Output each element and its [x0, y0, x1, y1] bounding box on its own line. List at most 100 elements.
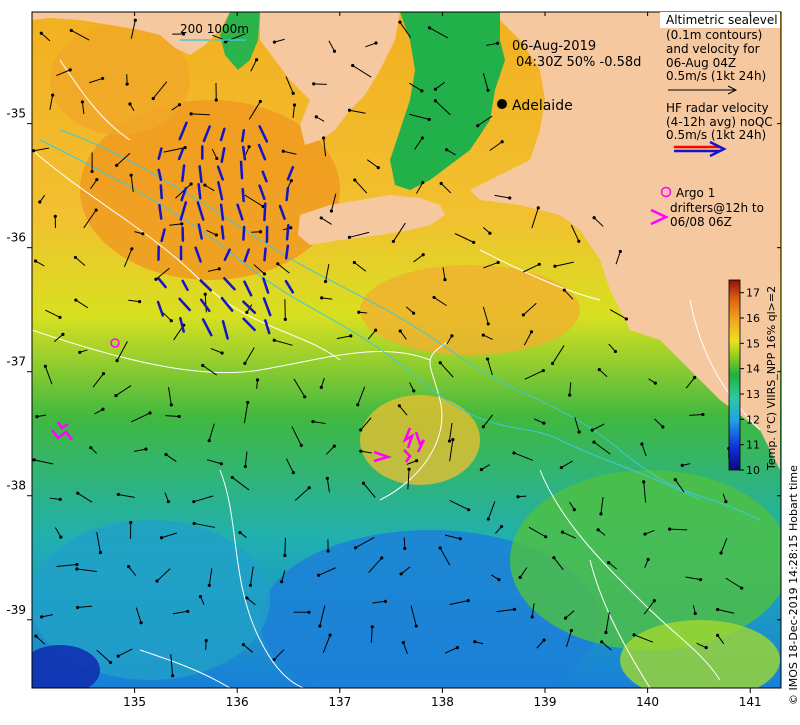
- velocity-arrow-head: [215, 233, 218, 236]
- velocity-arrow-head: [538, 263, 541, 266]
- radar-velocity-arrow: [243, 189, 244, 201]
- velocity-arrow-head: [359, 450, 362, 453]
- velocity-arrow-head: [573, 508, 576, 511]
- velocity-arrow-head: [190, 182, 193, 185]
- velocity-arrow-head: [333, 444, 336, 447]
- radar-velocity-arrow: [200, 166, 202, 181]
- velocity-arrow-head: [138, 300, 141, 303]
- velocity-arrow-head: [238, 531, 241, 534]
- velocity-arrow-head: [220, 351, 223, 354]
- velocity-arrow-head: [415, 459, 418, 462]
- radar-velocity-arrow: [161, 186, 162, 198]
- velocity-arrow-head: [259, 100, 262, 103]
- velocity-arrow-head: [308, 486, 311, 489]
- velocity-arrow-head: [542, 369, 545, 372]
- velocity-arrow-head: [653, 599, 656, 602]
- velocity-arrow-head: [421, 181, 424, 184]
- velocity-arrow-head: [115, 359, 118, 362]
- velocity-arrow-head: [421, 136, 424, 139]
- velocity-arrow-head: [99, 551, 102, 554]
- velocity-arrow-head: [256, 378, 259, 381]
- velocity-arrow-head: [38, 200, 41, 203]
- radar-velocity-arrow: [287, 188, 288, 200]
- velocity-arrow-head: [59, 536, 62, 539]
- velocity-arrow-head: [440, 182, 443, 185]
- y-tick-label: -35: [6, 107, 26, 121]
- legend-drifters-line1: drifters@12h to: [670, 201, 764, 215]
- radar-velocity-arrow: [265, 249, 266, 260]
- radar-velocity-arrow: [241, 162, 242, 178]
- velocity-arrow-head: [148, 411, 151, 414]
- velocity-arrow-head: [439, 546, 442, 549]
- velocity-arrow-head: [34, 259, 37, 262]
- velocity-arrow-head: [403, 547, 406, 550]
- velocity-arrow-head: [327, 549, 330, 552]
- y-tick-label: -39: [6, 603, 26, 617]
- velocity-arrow-head: [400, 572, 403, 575]
- velocity-arrow-head: [445, 148, 448, 151]
- velocity-arrow-head: [693, 376, 696, 379]
- velocity-arrow-head: [193, 522, 196, 525]
- radar-velocity-arrow: [222, 227, 223, 239]
- velocity-arrow-head: [643, 532, 646, 535]
- x-tick-label: 135: [123, 695, 146, 709]
- velocity-arrow-head: [51, 94, 54, 97]
- velocity-arrow-head: [353, 261, 356, 264]
- velocity-arrow-head: [604, 631, 607, 634]
- velocity-arrow-head: [496, 42, 499, 45]
- velocity-arrow-head: [508, 196, 511, 199]
- velocity-arrow-head: [245, 596, 248, 599]
- velocity-arrow-head: [531, 615, 534, 618]
- velocity-arrow-head: [674, 478, 677, 481]
- velocity-arrow-head: [513, 608, 516, 611]
- velocity-arrow-head: [600, 640, 603, 643]
- y-tick-label: -38: [6, 479, 26, 493]
- legend-altimetric-line5: 0.5m/s (1kt 24h): [666, 69, 766, 83]
- colorbar-tick-label: 11: [746, 439, 760, 452]
- velocity-arrow-head: [716, 634, 719, 637]
- velocity-arrow-head: [201, 364, 204, 367]
- velocity-arrow-head: [351, 64, 354, 67]
- legend-altimetric-line3: and velocity for: [666, 42, 760, 56]
- colorbar-tick-label: 14: [746, 363, 760, 376]
- velocity-arrow-head: [171, 674, 174, 677]
- velocity-arrow-head: [199, 595, 202, 598]
- velocity-arrow-head: [102, 372, 105, 375]
- velocity-arrow-head: [303, 395, 306, 398]
- colorbar-tick-label: 12: [746, 413, 760, 426]
- velocity-arrow-head: [420, 89, 423, 92]
- velocity-arrow-head: [553, 265, 556, 268]
- velocity-arrow-head: [392, 240, 395, 243]
- velocity-arrow-head: [516, 495, 519, 498]
- velocity-arrow-head: [476, 124, 479, 127]
- velocity-arrow-head: [141, 232, 144, 235]
- velocity-arrow-head: [255, 58, 258, 61]
- velocity-arrow-head: [593, 216, 596, 219]
- velocity-arrow-head: [422, 253, 425, 256]
- velocity-arrow-head: [204, 293, 207, 296]
- velocity-arrow-head: [402, 641, 405, 644]
- velocity-arrow-head: [130, 247, 133, 250]
- velocity-arrow-head: [61, 333, 64, 336]
- velocity-arrow-head: [487, 517, 490, 520]
- velocity-arrow-head: [537, 206, 540, 209]
- velocity-arrow-head: [681, 464, 684, 467]
- velocity-arrow-head: [542, 639, 545, 642]
- velocity-arrow-head: [619, 250, 622, 253]
- y-tick-label: -36: [6, 231, 26, 245]
- velocity-arrow-head: [203, 184, 206, 187]
- velocity-arrow-head: [312, 82, 315, 85]
- velocity-arrow-head: [76, 492, 79, 495]
- velocity-arrow-head: [59, 498, 62, 501]
- velocity-arrow-head: [101, 77, 104, 80]
- velocity-arrow-head: [456, 646, 459, 649]
- velocity-arrow-head: [399, 329, 402, 332]
- velocity-arrow-head: [74, 298, 77, 301]
- velocity-arrow-head: [190, 112, 193, 115]
- velocity-arrow-head: [740, 587, 743, 590]
- velocity-arrow-head: [130, 174, 133, 177]
- velocity-arrow-head: [184, 146, 187, 149]
- velocity-arrow-head: [117, 493, 120, 496]
- velocity-arrow-head: [356, 403, 359, 406]
- velocity-arrow-head: [480, 468, 483, 471]
